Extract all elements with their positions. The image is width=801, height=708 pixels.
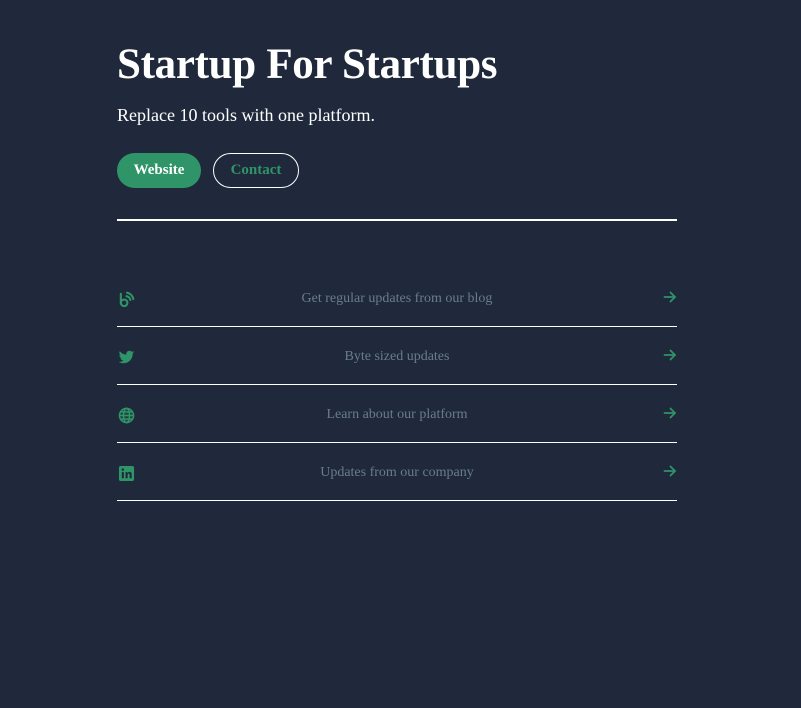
link-label: Byte sized updates [344, 349, 450, 364]
twitter-icon [117, 348, 135, 366]
arrow-right-icon [663, 348, 677, 362]
arrow-right-icon [663, 406, 677, 420]
arrow-right-icon [663, 464, 677, 478]
link-label: Learn about our platform [326, 407, 468, 422]
link-item-twitter[interactable]: Byte sized updates [117, 327, 677, 385]
link-list: Get regular updates from our blog Byte s… [117, 269, 677, 501]
link-item-blog[interactable]: Get regular updates from our blog [117, 269, 677, 327]
button-group: Website Contact [117, 153, 299, 188]
link-item-platform[interactable]: Learn about our platform [117, 385, 677, 443]
header-divider [117, 219, 677, 221]
website-button[interactable]: Website [117, 153, 201, 188]
blog-icon [117, 290, 135, 308]
linkedin-icon [117, 464, 135, 482]
link-label: Get regular updates from our blog [301, 291, 493, 306]
tagline: Replace 10 tools with one platform. [117, 105, 375, 125]
page-title: Startup For Startups [117, 41, 498, 88]
arrow-right-icon [663, 290, 677, 304]
link-label: Updates from our company [320, 465, 474, 480]
contact-button[interactable]: Contact [213, 153, 299, 188]
link-item-company[interactable]: Updates from our company [117, 443, 677, 501]
globe-icon [117, 406, 135, 424]
